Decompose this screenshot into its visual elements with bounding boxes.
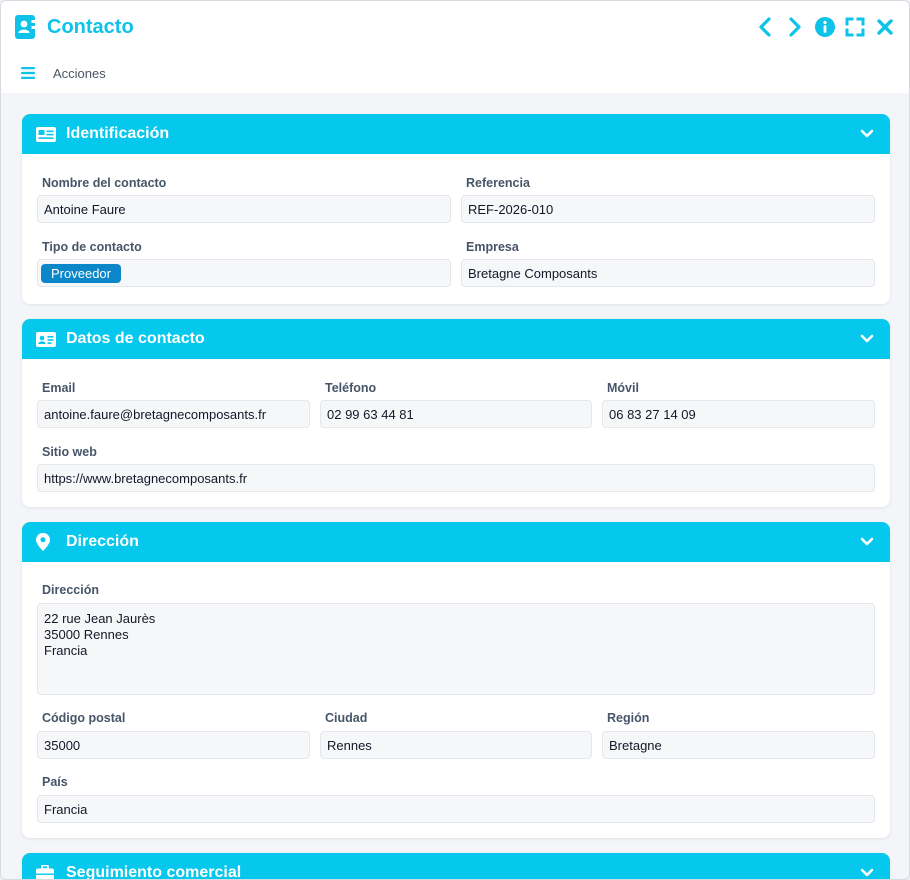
id-card-icon	[36, 125, 56, 143]
movil-label: Móvil	[607, 381, 639, 395]
ciudad-label: Ciudad	[325, 711, 368, 725]
section-identificacion-title: Identificación	[66, 125, 170, 142]
address-book-icon	[15, 14, 37, 40]
form-content: Identificación Nombre del contacto Antoi…	[1, 93, 909, 879]
telefono-field[interactable]: 02 99 63 44 81	[320, 400, 592, 428]
tipo-label: Tipo de contacto	[42, 240, 142, 254]
section-direccion: Dirección Dirección 22 rue Jean Jaurès 3…	[22, 522, 890, 838]
web-label: Sitio web	[42, 445, 97, 459]
chevron-down-icon[interactable]	[858, 125, 876, 143]
email-label: Email	[42, 381, 76, 395]
referencia-label: Referencia	[466, 176, 530, 190]
section-seguimiento: Seguimiento comercial	[22, 853, 890, 880]
section-datos-contacto: Datos de contacto Email antoine.faure@br…	[22, 319, 890, 507]
map-pin-icon	[36, 533, 56, 551]
empresa-field[interactable]: Bretagne Composants	[461, 259, 875, 287]
briefcase-icon	[36, 864, 56, 879]
direccion-textarea[interactable]: 22 rue Jean Jaurès 35000 Rennes Francia	[37, 603, 875, 695]
expand-icon[interactable]	[845, 16, 865, 38]
email-field[interactable]: antoine.faure@bretagnecomposants.fr	[37, 400, 310, 428]
chevron-left-icon[interactable]	[755, 16, 775, 38]
web-field[interactable]: https://www.bretagnecomposants.fr	[37, 464, 875, 492]
section-identificacion-header[interactable]: Identificación	[22, 114, 890, 154]
window-title: Contacto	[47, 15, 134, 38]
telefono-label: Teléfono	[325, 381, 377, 395]
tipo-field[interactable]: Proveedor	[37, 259, 451, 287]
ciudad-field[interactable]: Rennes	[320, 731, 592, 759]
movil-field[interactable]: 06 83 27 14 09	[602, 400, 875, 428]
chevron-down-icon[interactable]	[858, 330, 876, 348]
direccion-label: Dirección	[42, 583, 99, 597]
section-direccion-header[interactable]: Dirección	[22, 522, 890, 562]
region-label: Región	[607, 711, 650, 725]
contact-window: Contacto Acciones Identificación Nombre …	[0, 0, 910, 880]
section-seguimiento-title: Seguimiento comercial	[66, 864, 242, 880]
nombre-label: Nombre del contacto	[42, 176, 167, 190]
region-field[interactable]: Bretagne	[602, 731, 875, 759]
chevron-right-icon[interactable]	[785, 16, 805, 38]
hamburger-icon[interactable]	[21, 66, 37, 80]
chevron-down-icon[interactable]	[858, 864, 876, 879]
contact-card-icon	[36, 330, 56, 348]
section-seguimiento-header[interactable]: Seguimiento comercial	[22, 853, 890, 880]
tipo-tag: Proveedor	[41, 263, 121, 283]
actions-menu-bar: Acciones	[1, 53, 909, 93]
section-datos-title: Datos de contacto	[66, 330, 205, 347]
pais-label: País	[42, 775, 68, 789]
referencia-field[interactable]: REF-2026-010	[461, 195, 875, 223]
nombre-field[interactable]: Antoine Faure	[37, 195, 451, 223]
empresa-label: Empresa	[466, 240, 519, 254]
cp-label: Código postal	[42, 711, 126, 725]
window-actions	[755, 16, 895, 38]
actions-menu-label[interactable]: Acciones	[53, 66, 106, 81]
section-identificacion: Identificación Nombre del contacto Antoi…	[22, 114, 890, 304]
title-bar: Contacto	[1, 1, 909, 53]
chevron-down-icon[interactable]	[858, 533, 876, 551]
section-datos-header[interactable]: Datos de contacto	[22, 319, 890, 359]
close-icon[interactable]	[875, 16, 895, 38]
section-direccion-title: Dirección	[66, 533, 139, 550]
pais-field[interactable]: Francia	[37, 795, 875, 823]
info-icon[interactable]	[815, 16, 835, 38]
cp-field[interactable]: 35000	[37, 731, 310, 759]
